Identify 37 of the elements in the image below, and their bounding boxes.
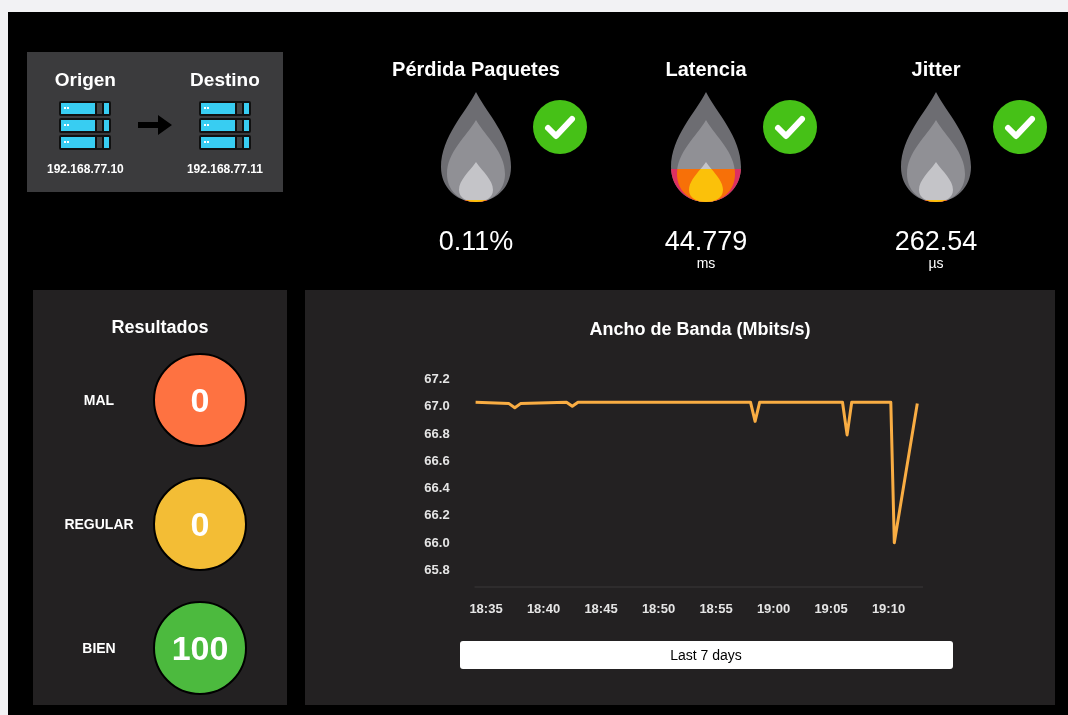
x-axis-label: 18:50	[641, 601, 676, 616]
result-label: BIEN	[81, 638, 117, 658]
x-axis-label: 18:55	[699, 601, 733, 616]
gauge-value: 44.779	[664, 226, 748, 256]
result-label: REGULAR	[63, 514, 135, 534]
ip-address: 192.168.77.10	[47, 161, 124, 179]
ip-address: 192.168.77.11	[186, 161, 263, 179]
gauge-value: 0.11%	[438, 226, 514, 256]
y-axis-label: 66.2	[424, 507, 450, 523]
gauge-value: 262.54	[894, 226, 978, 256]
results-title: Resultados	[111, 316, 209, 339]
x-axis-label: 19:00	[756, 601, 791, 616]
host-title: Destino	[190, 67, 260, 92]
x-axis-label: 18:40	[526, 601, 561, 616]
y-axis-label: 67.2	[424, 371, 450, 386]
y-axis-label: 66.0	[424, 534, 450, 550]
gauge-title: Latencia	[665, 57, 747, 82]
y-axis-label: 66.4	[424, 480, 450, 496]
x-axis-label: 18:35	[469, 601, 503, 616]
y-axis-label: 66.6	[424, 452, 450, 468]
y-axis-label: 67.0	[424, 398, 450, 414]
gauge-unit: ms	[696, 256, 716, 270]
y-axis-label: 65.8	[424, 562, 450, 577]
result-label: MAL	[82, 390, 116, 410]
arrow-right-icon	[138, 115, 173, 135]
server-rack-icon	[58, 100, 113, 153]
x-axis-label: 18:45	[584, 601, 618, 616]
host-title: Origen	[54, 67, 116, 92]
gauge-unit: µs	[928, 256, 944, 270]
y-axis-label: 66.8	[424, 425, 450, 441]
x-axis-label: 19:10	[871, 601, 906, 616]
gauge-title: Jitter	[911, 57, 961, 82]
x-axis-label: 19:05	[814, 601, 848, 616]
server-rack-icon	[197, 100, 252, 153]
date-range-button[interactable]: Last 7 days	[459, 641, 953, 669]
chart-title: Ancho de Banda (Mbits/s)	[589, 318, 811, 341]
gauge-title: Pérdida Paquetes	[392, 57, 560, 82]
